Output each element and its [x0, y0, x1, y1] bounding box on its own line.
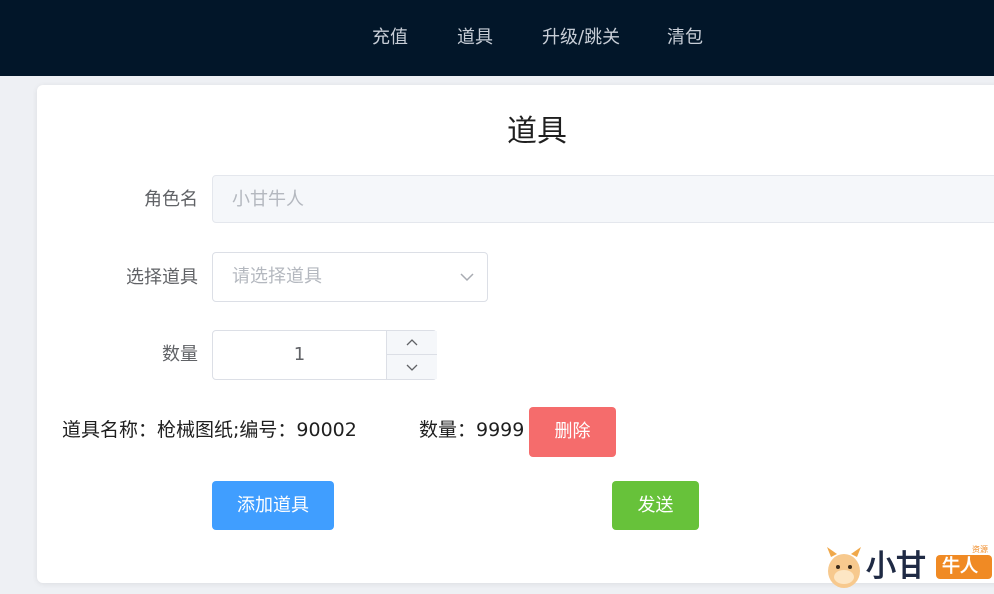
- nav-item-recharge[interactable]: 充值: [372, 26, 408, 50]
- send-button[interactable]: 发送: [612, 481, 699, 530]
- role-name-input: 小甘牛人: [212, 175, 994, 223]
- item-count-text: 数量：9999: [419, 419, 525, 441]
- decrease-button[interactable]: [387, 355, 437, 379]
- stepper-controls: [386, 331, 437, 379]
- watermark-logo: 小甘 牛人 资源网: [826, 543, 994, 590]
- page-title: 道具: [507, 114, 567, 149]
- delete-button[interactable]: 删除: [529, 407, 616, 457]
- main-card: [37, 85, 994, 583]
- top-navbar: 充值 道具 升级/跳关 清包: [0, 0, 994, 76]
- quantity-label: 数量: [162, 344, 198, 365]
- quantity-value[interactable]: 1: [213, 343, 386, 367]
- chevron-up-icon: [406, 339, 418, 346]
- item-name-text: 道具名称：枪械图纸;编号：90002: [62, 419, 357, 441]
- add-item-button[interactable]: 添加道具: [212, 481, 334, 530]
- nav-item-clear-bag[interactable]: 清包: [667, 26, 703, 50]
- chevron-down-icon: [406, 364, 418, 371]
- quantity-stepper[interactable]: 1: [212, 330, 437, 380]
- select-item-label: 选择道具: [126, 267, 198, 288]
- nav-item-upgrade-skip[interactable]: 升级/跳关: [542, 26, 620, 50]
- nav-item-items[interactable]: 道具: [457, 26, 493, 50]
- chevron-down-icon: [460, 273, 474, 282]
- watermark-text: 小甘: [866, 549, 926, 584]
- watermark-small-text: 资源网: [972, 545, 988, 564]
- role-name-label: 角色名: [144, 189, 198, 210]
- increase-button[interactable]: [387, 331, 437, 355]
- item-select[interactable]: 请选择道具: [212, 252, 488, 302]
- item-select-placeholder: 请选择道具: [232, 266, 322, 287]
- role-name-value: 小甘牛人: [232, 189, 304, 210]
